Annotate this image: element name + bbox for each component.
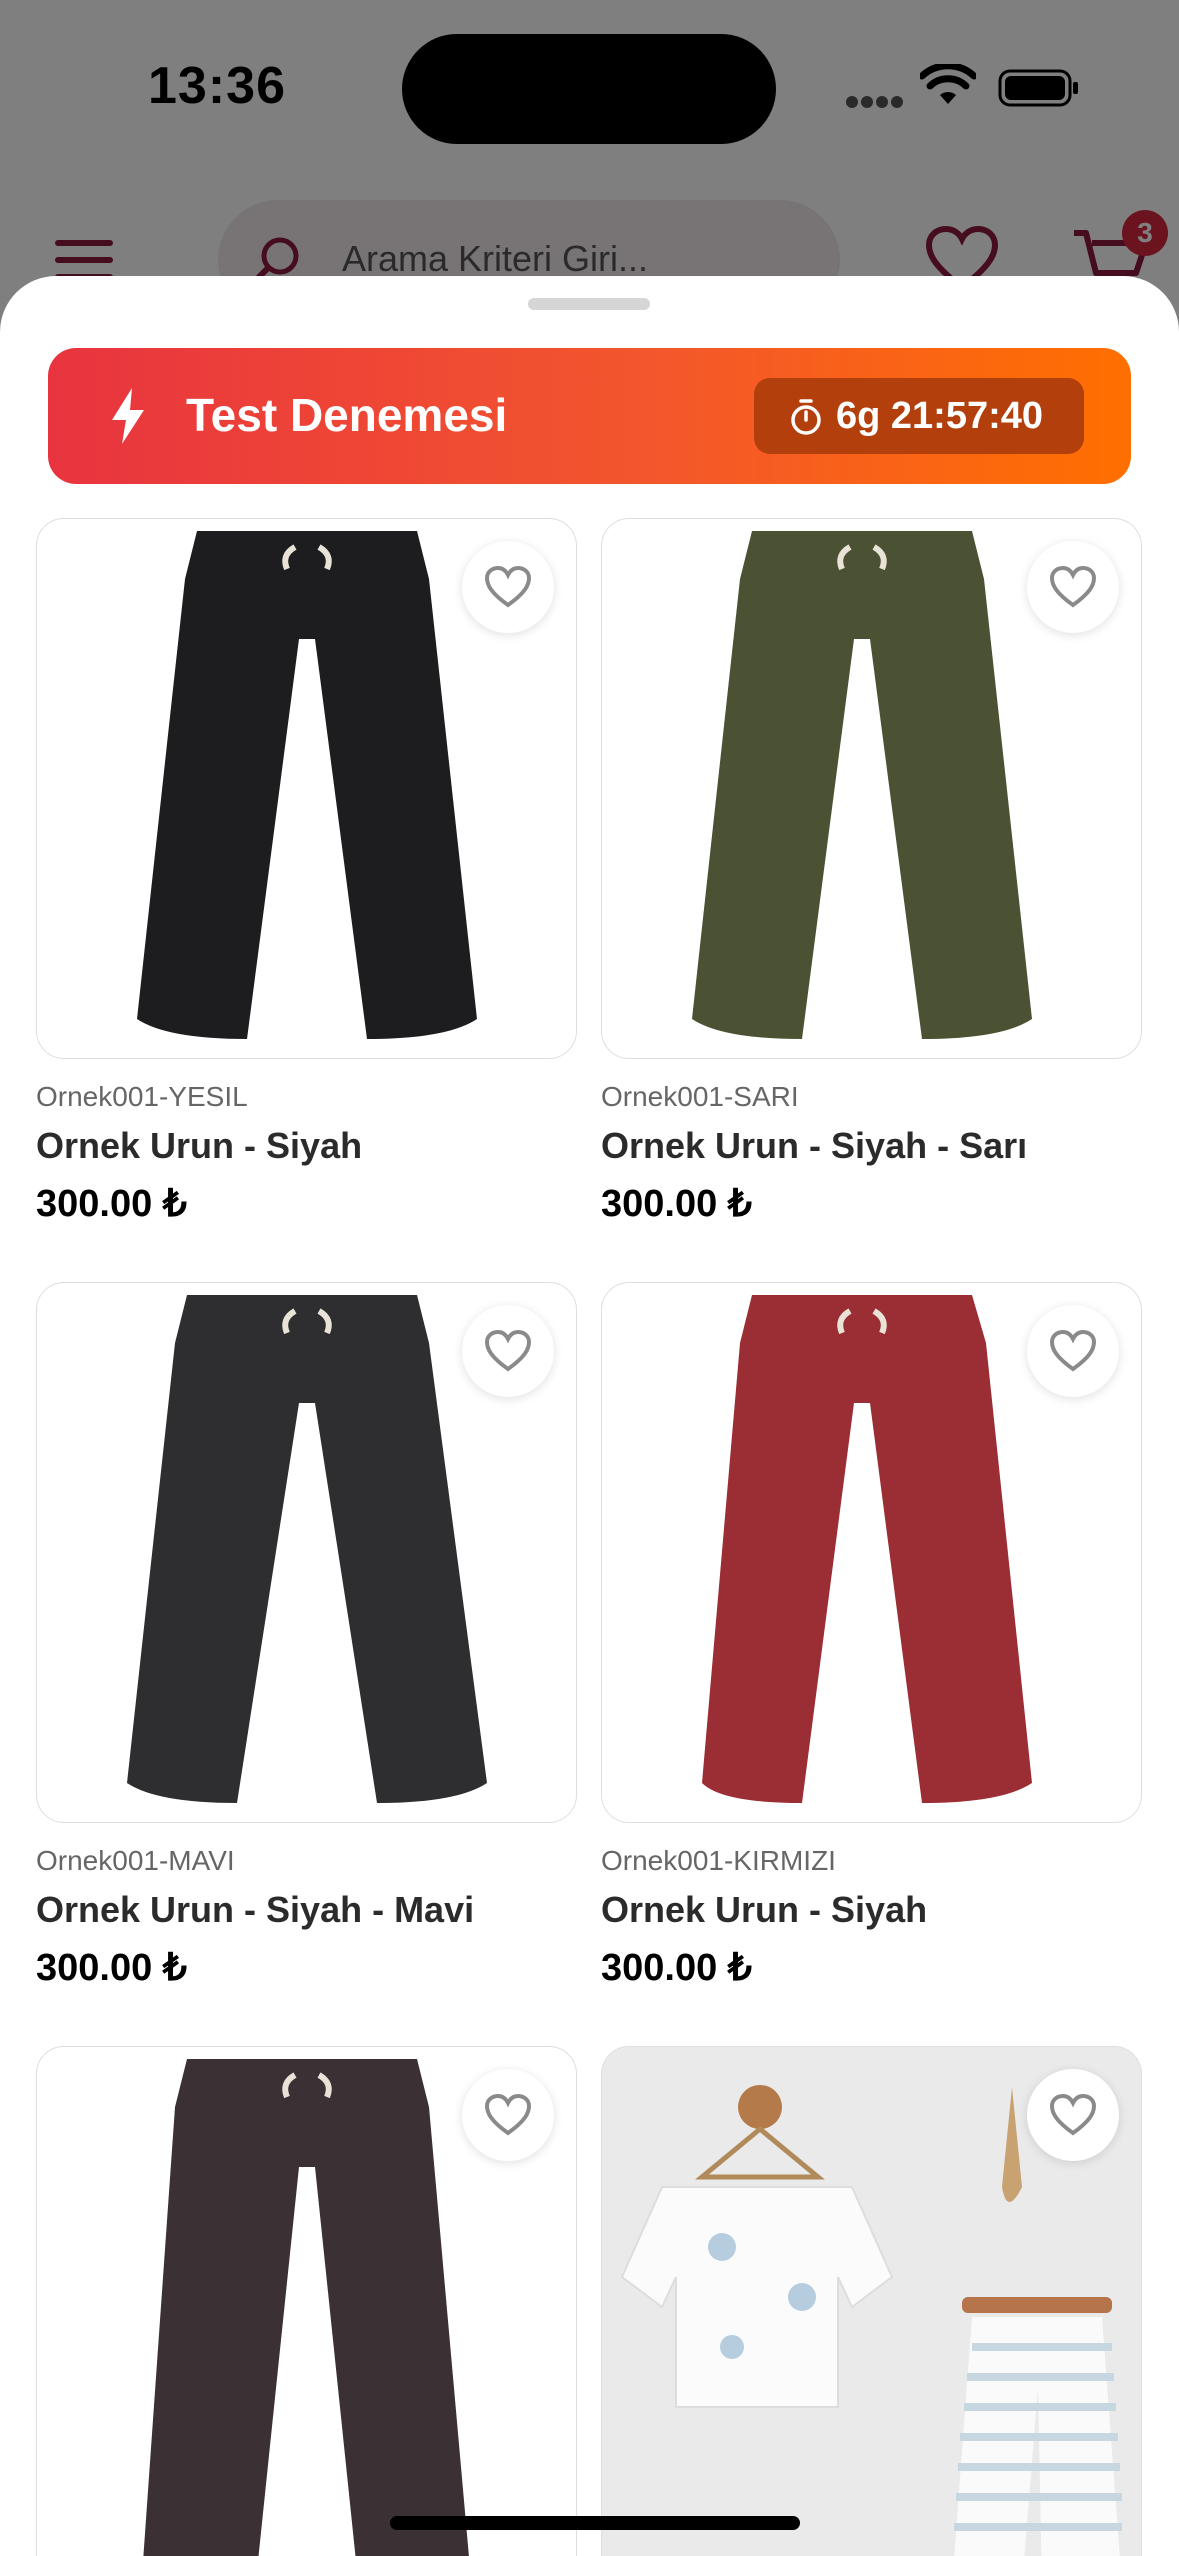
favorite-button[interactable] [462, 541, 554, 633]
product-card[interactable]: Ornek001-SARI Ornek Urun - Siyah - Sarı … [601, 518, 1142, 1226]
product-name: Ornek Urun - Siyah [36, 1125, 363, 1166]
campaign-banner: Test Denemesi 6g 21:57:40 [48, 348, 1131, 484]
product-price: 300.00 ₺ [601, 1947, 752, 1989]
favorite-button[interactable] [1027, 1305, 1119, 1397]
favorite-button[interactable] [1027, 2069, 1119, 2161]
heart-outline-icon [484, 1329, 532, 1372]
heart-outline-icon [484, 565, 532, 608]
product-price: 300.00 ₺ [601, 1183, 752, 1225]
product-card[interactable]: Ornek001-YESIL Ornek Urun - Siyah 300.00… [36, 518, 577, 1226]
product-card[interactable] [36, 2046, 577, 2556]
product-name: Ornek Urun - Siyah [601, 1889, 928, 1930]
heart-outline-icon [1049, 565, 1097, 608]
product-code: Ornek001-YESIL [36, 1081, 248, 1112]
product-image[interactable] [36, 1282, 577, 1823]
product-code: Ornek001-MAVI [36, 1845, 235, 1876]
product-image[interactable] [36, 2046, 577, 2556]
favorite-button[interactable] [462, 2069, 554, 2161]
lightning-bolt-icon [112, 388, 144, 444]
product-card[interactable]: 2 [601, 2046, 1142, 2556]
product-card[interactable]: Ornek001-MAVI Ornek Urun - Siyah - Mavi … [36, 1282, 577, 1990]
stopwatch-icon [791, 399, 821, 435]
product-code: Ornek001-SARI [601, 1081, 799, 1112]
favorite-button[interactable] [462, 1305, 554, 1397]
favorite-button[interactable] [1027, 541, 1119, 633]
heart-outline-icon [484, 2093, 532, 2136]
home-indicator[interactable] [390, 2516, 800, 2530]
product-image[interactable]: 2 [601, 2046, 1142, 2556]
countdown-text: 6g 21:57:40 [836, 395, 1044, 437]
heart-outline-icon [1049, 1329, 1097, 1372]
product-image[interactable] [36, 518, 577, 1059]
heart-outline-icon [1049, 2093, 1097, 2136]
product-image[interactable] [601, 1282, 1142, 1823]
product-name: Ornek Urun - Siyah - Mavi [36, 1889, 475, 1930]
campaign-title: Test Denemesi [186, 389, 508, 441]
product-card[interactable]: Ornek001-KIRMIZI Ornek Urun - Siyah 300.… [601, 1282, 1142, 1990]
product-image[interactable] [601, 518, 1142, 1059]
product-price: 300.00 ₺ [36, 1183, 187, 1225]
product-code: Ornek001-KIRMIZI [601, 1845, 836, 1876]
campaign-sheet: Test Denemesi 6g 21:57:40 Ornek001-YESIL [0, 276, 1179, 2556]
product-price: 300.00 ₺ [36, 1947, 187, 1989]
sheet-grabber[interactable] [528, 298, 650, 310]
countdown-timer: 6g 21:57:40 [754, 378, 1084, 454]
product-name: Ornek Urun - Siyah - Sarı [601, 1125, 1028, 1166]
